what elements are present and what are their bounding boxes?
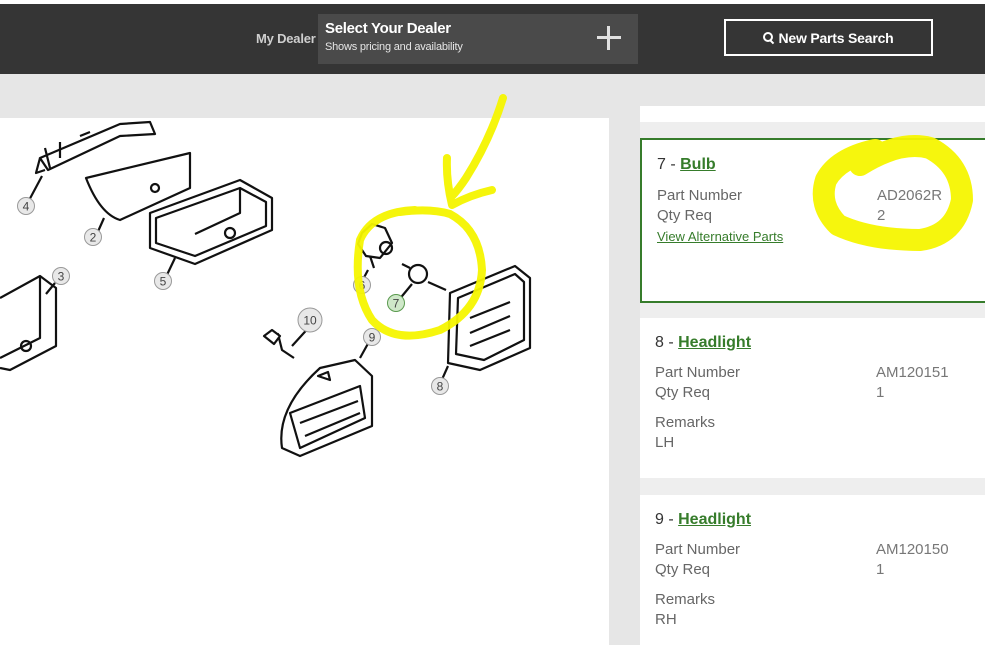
- callout-5-label: 5: [160, 275, 167, 289]
- dealer-subtitle: Shows pricing and availability: [325, 41, 463, 53]
- my-dealer-label: My Dealer: [256, 31, 316, 46]
- part-number-index: 7 -: [657, 156, 681, 173]
- parts-diagram-drawing: 4 2 5 3 6 7 10 9 8: [0, 120, 532, 458]
- part-card-7[interactable]: 7 - Bulb Part Number AD2062R Qty Req 2 V…: [640, 138, 985, 303]
- part-title: 7 - Bulb: [657, 156, 716, 174]
- callout-9[interactable]: 9: [363, 328, 381, 346]
- callout-4-label: 4: [23, 200, 30, 214]
- part-number-value: AM120150: [876, 541, 949, 558]
- qty-value: 1: [876, 384, 885, 401]
- plus-icon[interactable]: [597, 26, 621, 50]
- remarks-value: LH: [655, 434, 675, 451]
- callout-6[interactable]: 6: [353, 276, 371, 294]
- part-number-label: Part Number: [655, 364, 741, 381]
- top-nav-bar: My Dealer Select Your Dealer Shows prici…: [0, 0, 985, 74]
- remarks-label: Remarks: [655, 591, 716, 608]
- qty-label: Qty Req: [655, 561, 711, 578]
- part-title: 8 - Headlight: [655, 334, 751, 352]
- parts-list-panel: 7 - Bulb Part Number AD2062R Qty Req 2 V…: [640, 106, 985, 645]
- part-title: 9 - Headlight: [655, 511, 751, 529]
- callout-10-label: 10: [303, 314, 317, 328]
- part-number-value: AM120151: [876, 364, 949, 381]
- parts-diagram[interactable]: 4 2 5 3 6 7 10 9 8: [0, 118, 609, 645]
- part-name-link[interactable]: Headlight: [678, 334, 751, 351]
- search-icon: [763, 32, 774, 43]
- callout-7-label: 7: [393, 297, 400, 311]
- callout-7[interactable]: 7: [387, 294, 405, 312]
- callout-2[interactable]: 2: [84, 228, 102, 246]
- part-card-8[interactable]: 8 - Headlight Part Number AM120151 Qty R…: [640, 318, 985, 478]
- qty-label: Qty Req: [655, 384, 711, 401]
- remarks-value: RH: [655, 611, 677, 628]
- callout-8[interactable]: 8: [431, 377, 449, 395]
- callout-10[interactable]: 10: [297, 307, 323, 333]
- part-number-index: 9 -: [655, 511, 679, 528]
- previous-part-card: [640, 106, 985, 122]
- sub-bar: [0, 74, 985, 106]
- callout-2-label: 2: [90, 231, 97, 245]
- part-name-link[interactable]: Headlight: [678, 511, 751, 528]
- part-number-label: Part Number: [657, 187, 743, 204]
- qty-value: 1: [876, 561, 885, 578]
- dealer-title: Select Your Dealer: [325, 20, 451, 37]
- qty-label: Qty Req: [657, 207, 713, 224]
- callout-9-label: 9: [369, 331, 376, 345]
- callout-8-label: 8: [437, 380, 444, 394]
- new-parts-search-button[interactable]: New Parts Search: [724, 19, 933, 56]
- top-strip: [0, 0, 985, 4]
- callout-4[interactable]: 4: [17, 197, 35, 215]
- callout-3[interactable]: 3: [52, 267, 70, 285]
- part-name-link[interactable]: Bulb: [680, 156, 716, 173]
- qty-value: 2: [877, 207, 886, 224]
- callout-3-label: 3: [58, 270, 65, 284]
- select-dealer-button[interactable]: Select Your Dealer Shows pricing and ava…: [318, 14, 638, 64]
- callout-5[interactable]: 5: [154, 272, 172, 290]
- new-parts-search-label: New Parts Search: [778, 29, 894, 46]
- part-number-value: AD2062R: [877, 187, 943, 204]
- part-number-label: Part Number: [655, 541, 741, 558]
- callout-6-label: 6: [359, 279, 366, 293]
- remarks-label: Remarks: [655, 414, 716, 431]
- part-card-9[interactable]: 9 - Headlight Part Number AM120150 Qty R…: [640, 495, 985, 645]
- view-alternative-parts-link[interactable]: View Alternative Parts: [657, 229, 783, 244]
- part-number-index: 8 -: [655, 334, 679, 351]
